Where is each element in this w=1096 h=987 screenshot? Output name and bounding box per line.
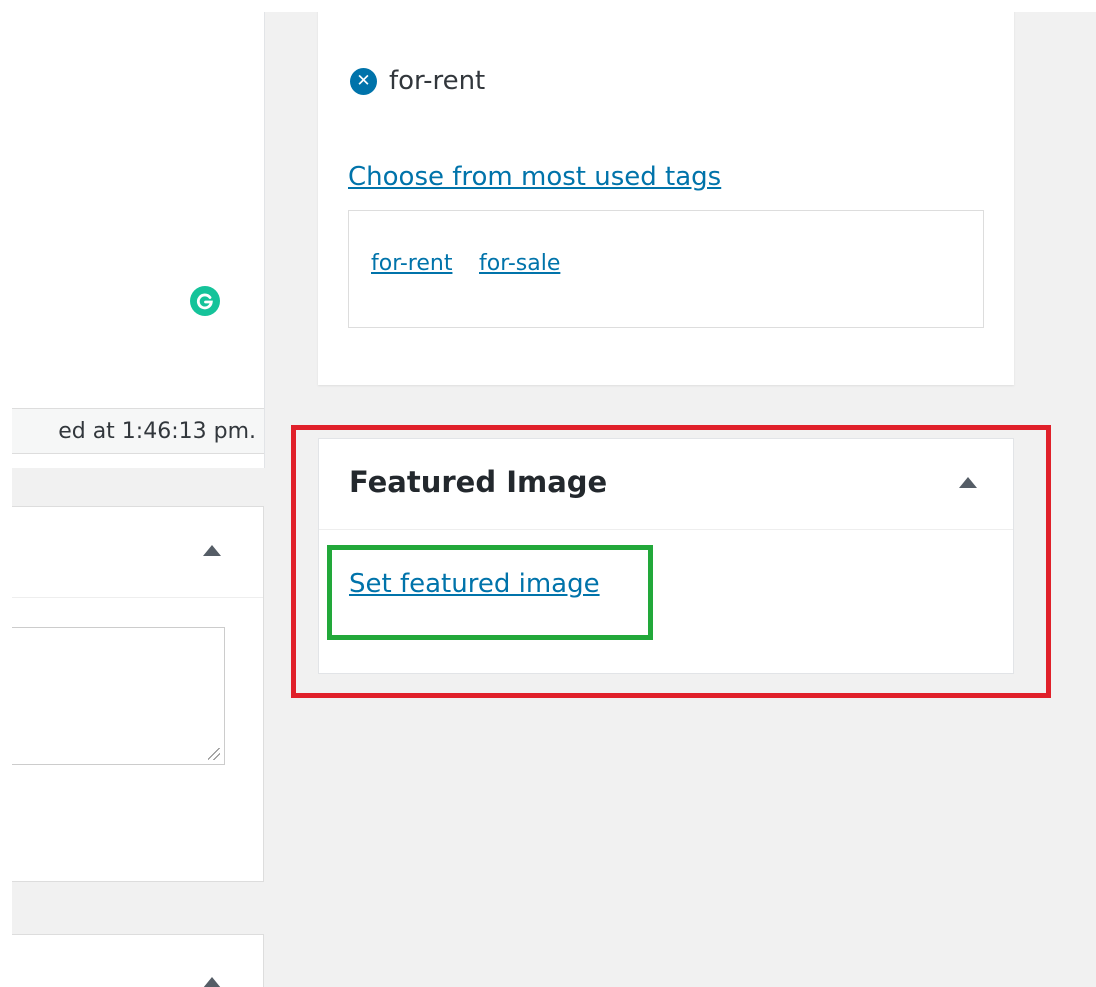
set-featured-image-link[interactable]: Set featured image [349, 569, 600, 599]
editor-content-area[interactable] [12, 12, 265, 468]
editor-canvas: ed at 1:46:13 pm. ✕ for-rent Choose from… [12, 12, 1096, 987]
tag-cloud-link-for-rent[interactable]: for-rent [371, 251, 452, 276]
excerpt-metabox-header[interactable] [12, 507, 263, 598]
collapse-arrow-icon[interactable] [203, 545, 221, 556]
tags-metabox: ✕ for-rent Choose from most used tags fo… [318, 12, 1014, 385]
tag-cloud: for-rent for-sale [348, 210, 984, 328]
excerpt-metabox [12, 506, 264, 882]
excerpt-textarea[interactable] [12, 627, 225, 765]
collapse-arrow-icon[interactable] [959, 477, 977, 488]
tag-cloud-link-for-sale[interactable]: for-sale [479, 251, 560, 276]
featured-image-header[interactable]: Featured Image [319, 439, 1013, 530]
metabox-collapsed [12, 934, 264, 987]
selected-tag-label: for-rent [389, 66, 486, 96]
selected-tag: ✕ for-rent [350, 66, 485, 96]
autosave-status: ed at 1:46:13 pm. [12, 408, 264, 454]
grammarly-icon[interactable] [190, 286, 220, 316]
autosave-status-text: ed at 1:46:13 pm. [58, 419, 256, 444]
featured-image-metabox: Featured Image Set featured image [318, 438, 1014, 674]
collapse-arrow-icon[interactable] [203, 977, 221, 987]
featured-image-title: Featured Image [349, 465, 608, 499]
resize-handle-icon[interactable] [208, 748, 220, 760]
grammarly-g-glyph [196, 293, 213, 310]
remove-tag-icon[interactable]: ✕ [350, 67, 377, 95]
most-used-tags-link[interactable]: Choose from most used tags [348, 162, 721, 192]
